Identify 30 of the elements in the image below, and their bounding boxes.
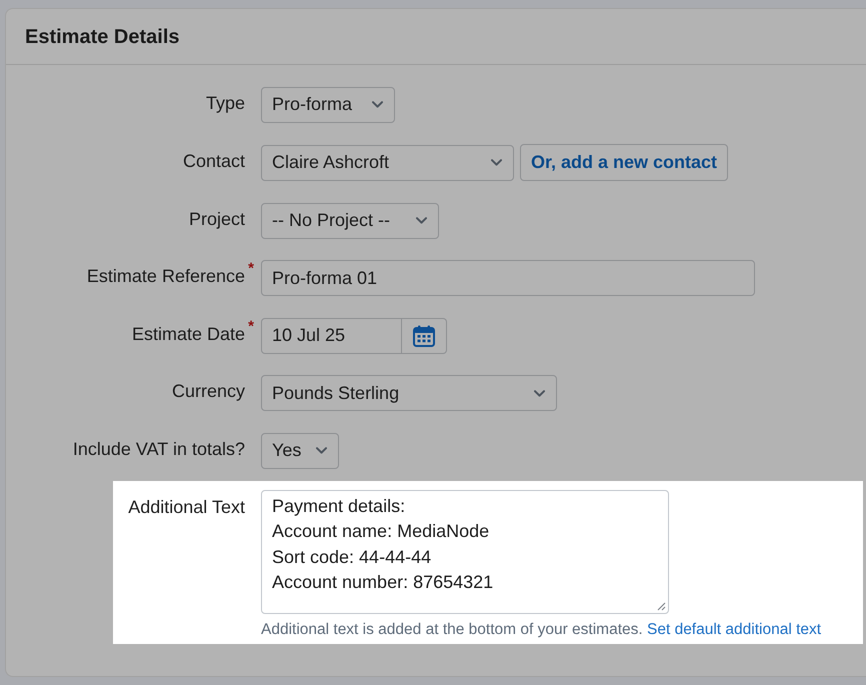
panel-title: Estimate Details bbox=[25, 26, 180, 46]
required-asterisk: * bbox=[248, 261, 254, 276]
dropdown-select[interactable]: -- No Project -- bbox=[261, 202, 439, 238]
additional-text-field[interactable]: Payment details: Account name: MediaNode Sort code: 44-44-44 Account number: 87654321 bbox=[261, 490, 669, 614]
set-default-text-link[interactable]: Set default additional text bbox=[647, 620, 822, 638]
field-label: Contact bbox=[182, 150, 245, 170]
dropdown-select[interactable]: Pounds Sterling bbox=[261, 375, 557, 411]
field-label: Currency bbox=[172, 381, 245, 401]
field-label: Project bbox=[188, 208, 245, 228]
resize-grip-icon bbox=[657, 602, 666, 610]
help-text: Additional text is added at the bottom of your estimates. Set default additional text bbox=[261, 620, 822, 638]
calendar-icon bbox=[413, 324, 435, 346]
chevron-down-icon bbox=[534, 390, 545, 396]
field-label: Estimate Reference bbox=[86, 266, 245, 286]
required-asterisk: * bbox=[248, 318, 254, 334]
field-label: Additional Text bbox=[128, 496, 245, 516]
chevron-down-icon bbox=[316, 447, 327, 454]
text-input[interactable]: Pro-forma 01 bbox=[261, 260, 755, 296]
dropdown-select[interactable]: Pro-forma bbox=[261, 86, 395, 122]
field-label: Type bbox=[206, 92, 245, 112]
dropdown-select[interactable]: Claire Ashcroft bbox=[261, 144, 514, 180]
chevron-down-icon bbox=[372, 101, 383, 108]
chevron-down-icon bbox=[416, 217, 427, 224]
field-label: Include VAT in totals? bbox=[72, 438, 245, 458]
chevron-down-icon bbox=[491, 159, 502, 166]
add-contact-button[interactable]: Or, add a new contact bbox=[520, 144, 728, 181]
date-input[interactable]: 10 Jul 25 bbox=[261, 318, 402, 354]
calendar-button[interactable] bbox=[402, 318, 447, 354]
field-label: Estimate Date bbox=[132, 324, 245, 344]
dropdown-select[interactable]: Yes bbox=[261, 432, 339, 468]
